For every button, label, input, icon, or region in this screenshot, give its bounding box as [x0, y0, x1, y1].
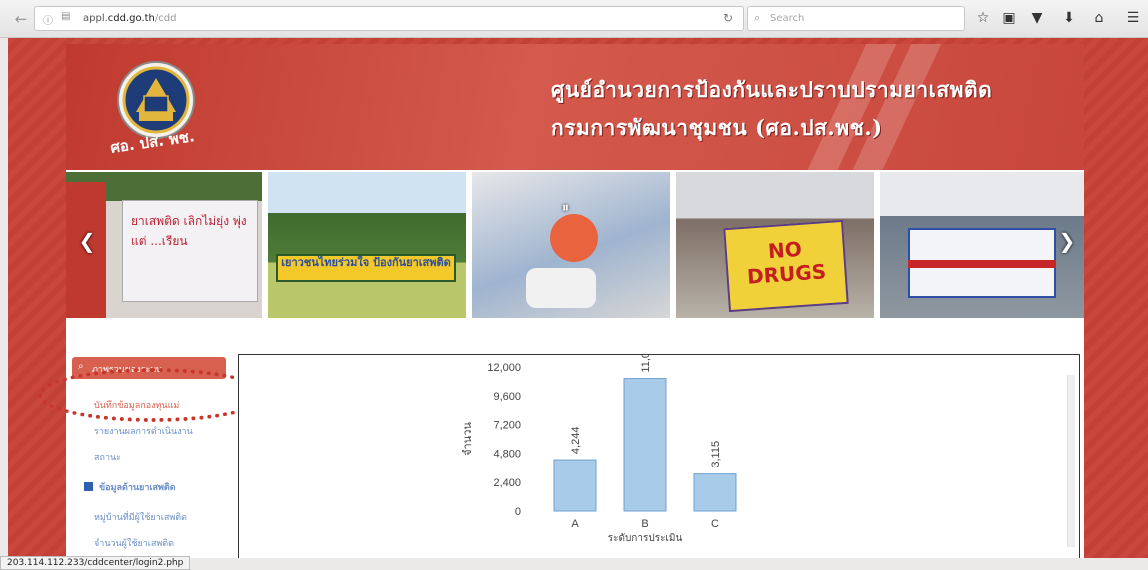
site-title-line-2: กรมการพัฒนาชุมชน (ศอ.ปส.พช.): [551, 115, 883, 140]
data-label: 4,244: [570, 427, 582, 455]
slide-prev-chevron-icon[interactable]: ❮: [76, 229, 98, 253]
download-icon[interactable]: ⬇: [1058, 7, 1080, 29]
y-axis-label: จำนวน: [461, 422, 474, 456]
browser-toolbar: ← ⓘ ▤ appl.cdd.go.th/cdd ↻ ⌕ Search ☆ ▣ …: [0, 0, 1148, 38]
photo-slideshow: ยาเสพติด เลิกไม่ยุ่ง พุ่งแต่ ...เรียน เย…: [66, 170, 1084, 320]
menu-icon[interactable]: ☰: [1122, 7, 1144, 29]
y-tick-label: 0: [515, 506, 521, 518]
slide-4-caption: NO DRUGS: [723, 219, 849, 313]
back-icon[interactable]: ←: [10, 8, 32, 30]
bookmark-star-icon[interactable]: ☆: [972, 7, 994, 29]
scrollbar[interactable]: [1067, 375, 1075, 547]
slide-next-chevron-icon[interactable]: ❯: [1056, 229, 1078, 253]
pocket-icon[interactable]: ▼: [1026, 7, 1048, 29]
sidebar-section-drugs[interactable]: ข้อมูลด้านยาเสพติด: [84, 480, 176, 494]
url-text[interactable]: appl.cdd.go.th/cdd: [83, 13, 176, 24]
reader-list-icon[interactable]: ▣: [998, 7, 1020, 29]
pause-icon[interactable]: ⏸: [562, 200, 569, 216]
data-label: 11,036: [640, 355, 652, 373]
bar-chart: 0 2,400 4,800 7,200 9,600 12,000 จำนวน 4,244 A 11…: [461, 340, 737, 544]
reload-icon[interactable]: ↻: [723, 11, 733, 25]
slide-2-caption: เยาวชนไทยร่วมใจ ป้องกันยาเสพติด: [276, 254, 456, 282]
info-icon[interactable]: ⓘ: [43, 12, 53, 27]
search-icon: ⌕: [78, 361, 84, 372]
address-bar[interactable]: ⓘ ▤ appl.cdd.go.th/cdd ↻: [34, 6, 744, 31]
sidebar-link-users[interactable]: จำนวนผู้ใช้ยาเสพติด: [94, 536, 174, 550]
sidebar-link-report[interactable]: รายงานผลการดำเนินงาน: [94, 424, 193, 438]
site-title-line-1: ศูนย์อำนวยการป้องกันและปราบปรามยาเสพติด: [551, 77, 993, 102]
search-placeholder: Search: [770, 13, 805, 24]
x-tick-label: A: [571, 518, 579, 530]
expand-icon: [84, 482, 93, 491]
chart-panel: 0 2,400 4,800 7,200 9,600 12,000 จำนวน 4,244 A 11…: [238, 340, 1080, 558]
y-tick-label: 2,400: [493, 477, 521, 489]
x-axis-label: ระดับการประเมิน: [608, 533, 683, 544]
bar: [693, 473, 737, 512]
sidebar-link-villages[interactable]: หมู่บ้านที่มีผู้ใช้ยาเสพติด: [94, 510, 187, 524]
bar: [553, 459, 597, 512]
slide-1-caption: ยาเสพติด เลิกไม่ยุ่ง พุ่งแต่ ...เรียน: [122, 200, 258, 302]
y-tick-label: 4,800: [493, 448, 521, 460]
y-tick-label: 9,600: [493, 391, 521, 403]
status-url: 203.114.112.233/cddcenter/login2.php: [0, 556, 191, 570]
slide-photo-4: NO DRUGS: [676, 172, 874, 318]
site-banner: ศอ. ปส. พช. ศูนย์อำนวยการป้องกันและปราบป…: [66, 44, 1084, 170]
slide-photo-5: [880, 172, 1084, 318]
data-label: 3,115: [710, 441, 722, 468]
page-icon: ▤: [61, 11, 71, 22]
sidebar-link-status[interactable]: สถานะ: [94, 450, 121, 464]
y-tick-label: 12,000: [487, 362, 521, 374]
main-content: ⌕ ภาพรวมของระบบ บันทึกข้อมูลกองทุนแม่ รา…: [38, 320, 1084, 558]
y-tick-label: 7,200: [493, 420, 521, 432]
x-tick-label: C: [711, 518, 719, 530]
search-icon: ⌕: [754, 11, 761, 24]
x-tick-label: B: [641, 518, 648, 530]
annotation-circle: [38, 368, 268, 422]
search-input[interactable]: ⌕ Search: [747, 6, 965, 31]
bar: [623, 378, 667, 512]
slide-photo-2: เยาวชนไทยร่วมใจ ป้องกันยาเสพติด: [268, 172, 466, 318]
home-icon[interactable]: ⌂: [1088, 7, 1110, 29]
page-background: ศอ. ปส. พช. ศูนย์อำนวยการป้องกันและปราบป…: [8, 38, 1148, 558]
slide-photo-3: ⏸: [472, 172, 670, 318]
